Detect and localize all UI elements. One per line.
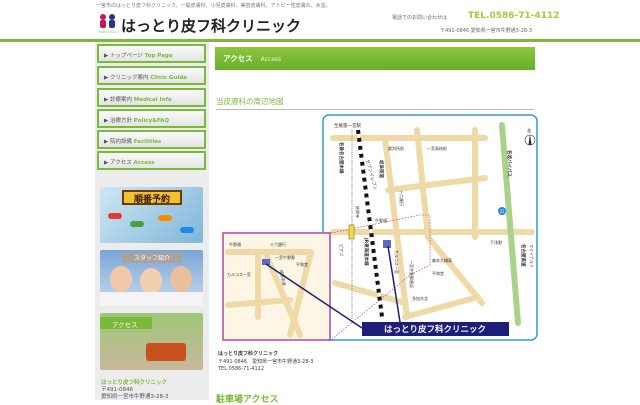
clinic-marker <box>383 240 391 248</box>
station-marker <box>348 224 355 240</box>
contact-label: 電話でのお問い合わせは <box>392 15 448 21</box>
site-tagline: 一宮市のはっとり皮フ科クリニック。一般皮膚科、小児皮膚科、美容皮膚科、アトピー性… <box>96 3 331 9</box>
logo-text[interactable]: はっとり皮フ科クリニック <box>121 15 301 36</box>
map-label: 牛野通 <box>375 217 387 223</box>
inset-label: 牛野通 <box>229 241 241 247</box>
nav-label-en: Access <box>133 160 155 166</box>
map-label: ピアゴ <box>339 244 345 256</box>
nav-label: 院内設備 <box>109 139 132 145</box>
map-label: 至尾張一宮駅 <box>334 122 361 129</box>
clinic-info: はっとり皮フ科クリニック 〒491-0846 愛知県一宮市牛野通3-28-3 T… <box>218 351 313 374</box>
nav-label: トップページ <box>109 53 143 59</box>
inset-label: 一宮牛野郵 <box>275 254 295 260</box>
map-label: カルコス一宮 <box>394 250 400 274</box>
map-label: 裁判所前 <box>388 145 404 151</box>
section-title: 当皮膚科の周辺地図 <box>216 96 534 110</box>
map-label: 平和堂 <box>432 270 444 276</box>
nav-policy[interactable]: ▶ 治療方針 Policy&FAQ <box>97 109 206 128</box>
inset-label: 十六銀行 <box>270 241 286 247</box>
page-title-en: Access <box>260 56 282 63</box>
route-number: 22 <box>499 209 505 214</box>
sidebar-zip: 〒491-0846 <box>101 387 133 393</box>
map-label: 岐阜街道 <box>378 160 385 178</box>
map-label: 北 <box>527 127 531 133</box>
nav-label-en: Medical Info <box>133 97 172 103</box>
nav-top-page[interactable]: ▶ トップページ Top Page <box>97 44 206 63</box>
nav-label-en: Facilities <box>133 139 162 145</box>
header-address: 〒491-0846 愛知県一宮市牛野通3-28-3 <box>440 28 532 34</box>
map-label: JR東海道本線 <box>363 237 370 266</box>
header-phone: TEL.0586-71-4112 <box>468 11 560 21</box>
info-phone: TEL.0586-71-4112 <box>218 366 265 372</box>
parking-section-title: 駐車場アクセス <box>216 395 279 405</box>
info-address: 〒491-0846 愛知県一宮市牛野通3-28-3 <box>218 358 314 365</box>
map-label: 一宮牛野郵便局 <box>409 260 415 288</box>
inset-label: カルコス一宮 <box>227 271 251 277</box>
access-banner[interactable]: アクセス <box>100 313 203 370</box>
svg-text:Hattori Skin Clinic: Hattori Skin Clinic <box>99 30 119 34</box>
map-label: マクドナルド <box>529 244 535 268</box>
map-label: 一宮高校前 <box>427 145 447 151</box>
page-title-jp: アクセス <box>223 54 253 63</box>
info-name: はっとり皮フ科クリニック <box>218 351 279 357</box>
nav-clinic-guide[interactable]: ▶ クリニック案内 Clinic Guide <box>97 66 206 85</box>
nav-label: 治療方針 <box>109 118 132 124</box>
map-label: 名鉄名古屋本線 <box>338 142 345 174</box>
access-map: はっとり皮フ科クリニック 22 北 至尾張一宮駅 裁判所前 一宮高校前 森本大橋… <box>222 114 538 341</box>
map-label: 十六銀行 <box>399 190 405 206</box>
logo-icon[interactable]: Hattori Skin Clinic <box>97 12 119 34</box>
staff-label: スタッフ紹介 <box>122 253 182 263</box>
reservation-label: 順番予約 <box>122 190 182 205</box>
access-banner-label: アクセス <box>100 317 152 329</box>
staff-banner[interactable]: スタッフ紹介 <box>100 250 203 306</box>
map-label: 名岐バイパス <box>506 150 513 177</box>
map-label: 多加木北 <box>412 295 428 301</box>
map-label: 名古屋高速 <box>520 244 527 267</box>
nav-label: 診療案内 <box>109 97 132 103</box>
nav-label-en: Policy&FAQ <box>133 118 170 124</box>
inset-label: 平和堂 <box>296 261 308 267</box>
nav-label-en: Clinic Guide <box>150 75 188 81</box>
sidebar-clinic-name: はっとり皮フ科クリニック <box>101 380 168 386</box>
map-clinic-name: はっとり皮フ科クリニック <box>384 324 486 335</box>
reservation-banner[interactable]: 順番予約 <box>100 187 203 243</box>
sidebar: ▶ トップページ Top Page ▶ クリニック案内 Clinic Guide… <box>95 42 209 400</box>
nav-facilities[interactable]: ▶ 院内設備 Facilities <box>97 130 206 149</box>
nav-label: アクセス <box>109 160 132 166</box>
nav-label: クリニック案内 <box>109 75 149 81</box>
map-label: 妙興寺 <box>355 206 361 218</box>
nav-access[interactable]: ▶ アクセス Access <box>97 151 206 170</box>
map-label: 森本大橋東 <box>432 257 452 263</box>
nav-label-en: Top Page <box>144 53 173 59</box>
map-label: 下浅野 <box>490 239 502 245</box>
nav-medical-info[interactable]: ▶ 診療案内 Medical Info <box>97 88 206 107</box>
page-title: アクセス Access <box>215 47 535 70</box>
